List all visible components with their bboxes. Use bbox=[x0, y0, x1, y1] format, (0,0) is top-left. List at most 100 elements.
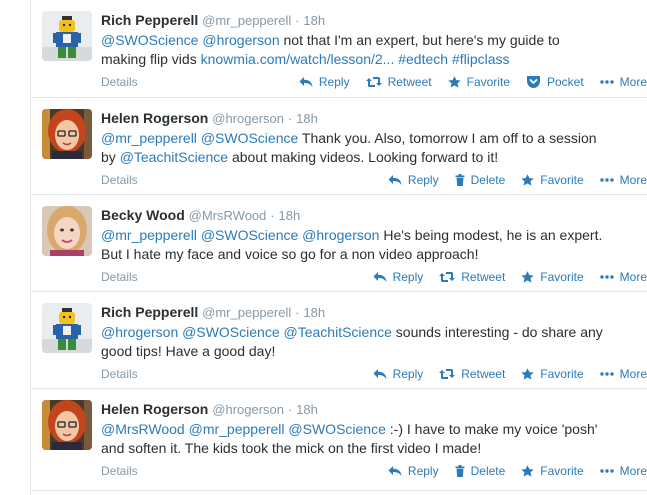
pocket-button[interactable]: Pocket bbox=[526, 73, 584, 91]
tweet-link[interactable]: @SWOScience bbox=[201, 130, 298, 146]
tweet-link[interactable]: @SWOScience bbox=[182, 324, 279, 340]
star-icon bbox=[521, 465, 540, 477]
tweet-text-segment: not that I'm an expert, but here's my gu… bbox=[279, 32, 560, 48]
avatar[interactable] bbox=[42, 303, 92, 353]
retweet-label: Retweet bbox=[461, 270, 506, 284]
tweet-link[interactable]: @hrogerson bbox=[202, 32, 279, 48]
tweet-link[interactable]: knowmia.com/watch/lesson/2... bbox=[201, 51, 395, 67]
tweet[interactable]: Rich Pepperell @mr_pepperell · 18h @SWOSc… bbox=[30, 0, 647, 97]
tweet[interactable]: Becky Wood @MrsRWood · 18h @mr_pepperell … bbox=[30, 194, 647, 291]
avatar[interactable] bbox=[42, 109, 92, 159]
delete-label: Delete bbox=[470, 464, 506, 478]
tweet-actions: Reply Delete Favorite More bbox=[372, 462, 647, 480]
tweet-link[interactable]: @mr_pepperell bbox=[101, 227, 197, 243]
more-label: More bbox=[619, 75, 647, 89]
retweet-icon bbox=[439, 271, 461, 283]
more-icon bbox=[599, 80, 620, 84]
tweet-link[interactable]: @mr_pepperell bbox=[189, 421, 285, 437]
more-button[interactable]: More bbox=[599, 73, 647, 91]
timestamp[interactable]: 18h bbox=[303, 305, 325, 320]
tweet-link[interactable]: @hrogerson bbox=[302, 227, 379, 243]
tweet-link[interactable]: @TeachitScience bbox=[120, 149, 228, 165]
tweet-text: @MrsRWood @mr_pepperell @SWOScience :-) … bbox=[101, 420, 621, 458]
tweet[interactable]: Helen Rogerson @hrogerson · 18h @mr_peppe… bbox=[30, 97, 647, 194]
author-username[interactable]: @hrogerson bbox=[212, 111, 284, 126]
favorite-label: Favorite bbox=[540, 464, 584, 478]
tweet-link[interactable]: @SWOScience bbox=[101, 32, 198, 48]
more-label: More bbox=[619, 464, 647, 478]
more-button[interactable]: More bbox=[599, 365, 647, 383]
author-fullname[interactable]: Helen Rogerson bbox=[101, 110, 208, 126]
tweet-actions: Reply Retweet Favorite More bbox=[357, 268, 647, 286]
reply-button[interactable]: Reply bbox=[299, 73, 350, 91]
author-username[interactable]: @hrogerson bbox=[212, 402, 284, 417]
favorite-button[interactable]: Favorite bbox=[447, 73, 510, 91]
avatar[interactable] bbox=[42, 206, 92, 256]
retweet-icon bbox=[365, 76, 388, 88]
retweet-button[interactable]: Retweet bbox=[365, 73, 432, 91]
retweet-button[interactable]: Retweet bbox=[439, 365, 505, 383]
avatar[interactable] bbox=[42, 11, 92, 61]
tweet-link[interactable]: #edtech bbox=[398, 51, 448, 67]
star-icon bbox=[521, 174, 540, 186]
tweet-link[interactable]: @SWOScience bbox=[288, 421, 385, 437]
details-link[interactable]: Details bbox=[101, 365, 138, 383]
trash-icon bbox=[455, 174, 471, 186]
tweet-footer: Details Reply Retweet Favorite More bbox=[101, 268, 647, 286]
tweet-actions: Reply Retweet Favorite More bbox=[357, 365, 647, 383]
timestamp[interactable]: 18h bbox=[279, 208, 301, 223]
pocket-icon bbox=[526, 75, 547, 89]
reply-icon bbox=[388, 174, 408, 186]
more-button[interactable]: More bbox=[599, 268, 647, 286]
retweet-button[interactable]: Retweet bbox=[439, 268, 505, 286]
author-fullname[interactable]: Becky Wood bbox=[101, 207, 185, 223]
reply-button[interactable]: Reply bbox=[373, 268, 423, 286]
pocket-label: Pocket bbox=[546, 75, 584, 89]
delete-button[interactable]: Delete bbox=[455, 462, 506, 480]
details-link[interactable]: Details bbox=[101, 171, 138, 189]
tweet-text-line: @mr_pepperell @SWOScience Thank you. Als… bbox=[101, 129, 621, 148]
tweet-text: @SWOScience @hrogerson not that I'm an e… bbox=[101, 31, 621, 69]
timestamp[interactable]: 18h bbox=[296, 111, 318, 126]
author-fullname[interactable]: Rich Pepperell bbox=[101, 12, 198, 28]
author-fullname[interactable]: Rich Pepperell bbox=[101, 304, 198, 320]
tweet-link[interactable]: #flipclass bbox=[452, 51, 510, 67]
author-username[interactable]: @mr_pepperell bbox=[202, 305, 291, 320]
tweet-link[interactable]: @SWOScience bbox=[201, 227, 298, 243]
author-username[interactable]: @mr_pepperell bbox=[202, 13, 291, 28]
timestamp[interactable]: 18h bbox=[303, 13, 325, 28]
reply-icon bbox=[388, 465, 408, 477]
details-link[interactable]: Details bbox=[101, 268, 138, 286]
author-fullname[interactable]: Helen Rogerson bbox=[101, 401, 208, 417]
details-link[interactable]: Details bbox=[101, 73, 138, 91]
tweet-text-segment: He's being modest, he is an expert. bbox=[379, 227, 603, 243]
more-button[interactable]: More bbox=[599, 171, 647, 189]
tweet-text-line: But I hate my face and voice so go for a… bbox=[101, 245, 621, 264]
favorite-button[interactable]: Favorite bbox=[521, 171, 584, 189]
details-link[interactable]: Details bbox=[101, 462, 138, 480]
favorite-button[interactable]: Favorite bbox=[521, 268, 584, 286]
favorite-label: Favorite bbox=[540, 270, 584, 284]
tweet[interactable]: Helen Rogerson @hrogerson · 18h @MrsRWood… bbox=[30, 388, 647, 485]
author-username[interactable]: @MrsRWood bbox=[189, 208, 267, 223]
tweet-link[interactable]: @mr_pepperell bbox=[101, 130, 197, 146]
favorite-button[interactable]: Favorite bbox=[521, 365, 584, 383]
tweet-link[interactable]: @hrogerson bbox=[101, 324, 178, 340]
separator-dot: · bbox=[287, 111, 293, 126]
reply-button[interactable]: Reply bbox=[388, 462, 439, 480]
tweet-link[interactable]: @TeachitScience bbox=[284, 324, 392, 340]
tweet-text-segment: and soften it. The kids took the mick on… bbox=[101, 440, 482, 456]
tweet-text-segment: But I hate my face and voice so go for a… bbox=[101, 246, 479, 262]
favorite-button[interactable]: Favorite bbox=[521, 462, 584, 480]
timestamp[interactable]: 18h bbox=[296, 402, 318, 417]
retweet-label: Retweet bbox=[461, 367, 506, 381]
avatar[interactable] bbox=[42, 400, 92, 450]
tweet-link[interactable]: @MrsRWood bbox=[101, 421, 185, 437]
tweet[interactable]: Rich Pepperell @mr_pepperell · 18h @hroge… bbox=[30, 291, 647, 388]
reply-button[interactable]: Reply bbox=[373, 365, 423, 383]
reply-button[interactable]: Reply bbox=[388, 171, 439, 189]
delete-button[interactable]: Delete bbox=[455, 171, 505, 189]
tweet-actions: Reply Delete Favorite More bbox=[372, 171, 647, 189]
more-button[interactable]: More bbox=[599, 462, 647, 480]
separator-dot: · bbox=[270, 208, 275, 223]
